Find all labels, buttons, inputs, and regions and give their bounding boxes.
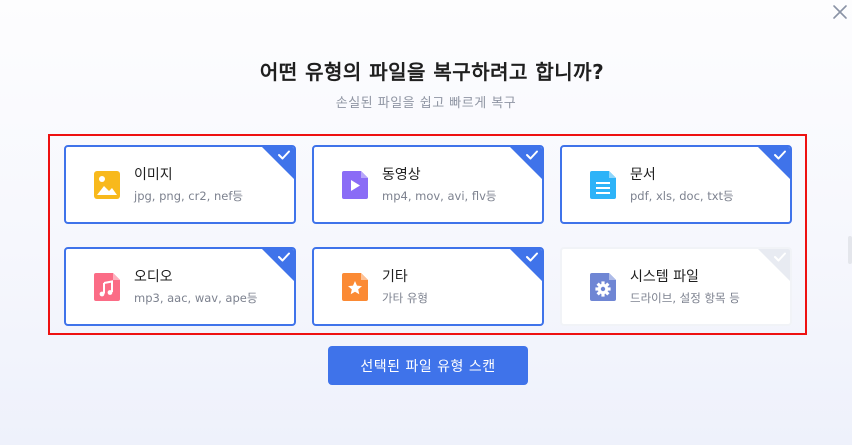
checkmark-icon (278, 150, 290, 160)
card-title: 동영상 (382, 167, 421, 183)
checkmark-icon (278, 252, 290, 262)
music-note-icon (94, 273, 120, 301)
card-title: 이미지 (134, 167, 173, 183)
page-subtitle: 손실된 파일을 쉽고 빠르게 복구 (335, 96, 517, 111)
card-description: pdf, xls, doc, txt등 (630, 189, 734, 203)
file-type-card-system[interactable]: 시스템 파일 드라이브, 설정 항목 등 (560, 247, 792, 326)
checkmark-icon (774, 150, 786, 160)
image-icon (94, 171, 120, 199)
document-icon (590, 171, 616, 199)
checkmark-icon (774, 252, 786, 262)
card-title: 기타 (382, 269, 408, 285)
checkmark-icon (526, 252, 538, 262)
scrollbar-handle[interactable] (848, 236, 852, 264)
card-description: 가타 유형 (382, 291, 428, 305)
close-button[interactable] (831, 3, 849, 21)
card-description: jpg, png, cr2, nef등 (134, 189, 243, 203)
file-type-card-image[interactable]: 이미지 jpg, png, cr2, nef등 (64, 145, 296, 224)
close-icon (833, 5, 847, 19)
card-title: 시스템 파일 (630, 269, 699, 285)
card-description: 드라이브, 설정 항목 등 (630, 291, 740, 305)
card-description: mp3, aac, wav, ape등 (134, 291, 258, 305)
card-description: mp4, mov, avi, flv등 (382, 189, 497, 203)
scan-selected-types-button[interactable]: 선택된 파일 유형 스캔 (328, 346, 528, 385)
checkmark-icon (526, 150, 538, 160)
page-title: 어떤 유형의 파일을 복구하려고 합니까? (259, 60, 605, 84)
card-title: 오디오 (134, 269, 173, 285)
file-type-card-other[interactable]: 기타 가타 유형 (312, 247, 544, 326)
star-file-icon (342, 273, 368, 301)
card-title: 문서 (630, 167, 656, 183)
video-play-icon (342, 171, 368, 199)
file-type-card-document[interactable]: 문서 pdf, xls, doc, txt등 (560, 145, 792, 224)
gear-file-icon (590, 273, 616, 301)
file-type-card-video[interactable]: 동영상 mp4, mov, avi, flv등 (312, 145, 544, 224)
file-type-card-audio[interactable]: 오디오 mp3, aac, wav, ape등 (64, 247, 296, 326)
